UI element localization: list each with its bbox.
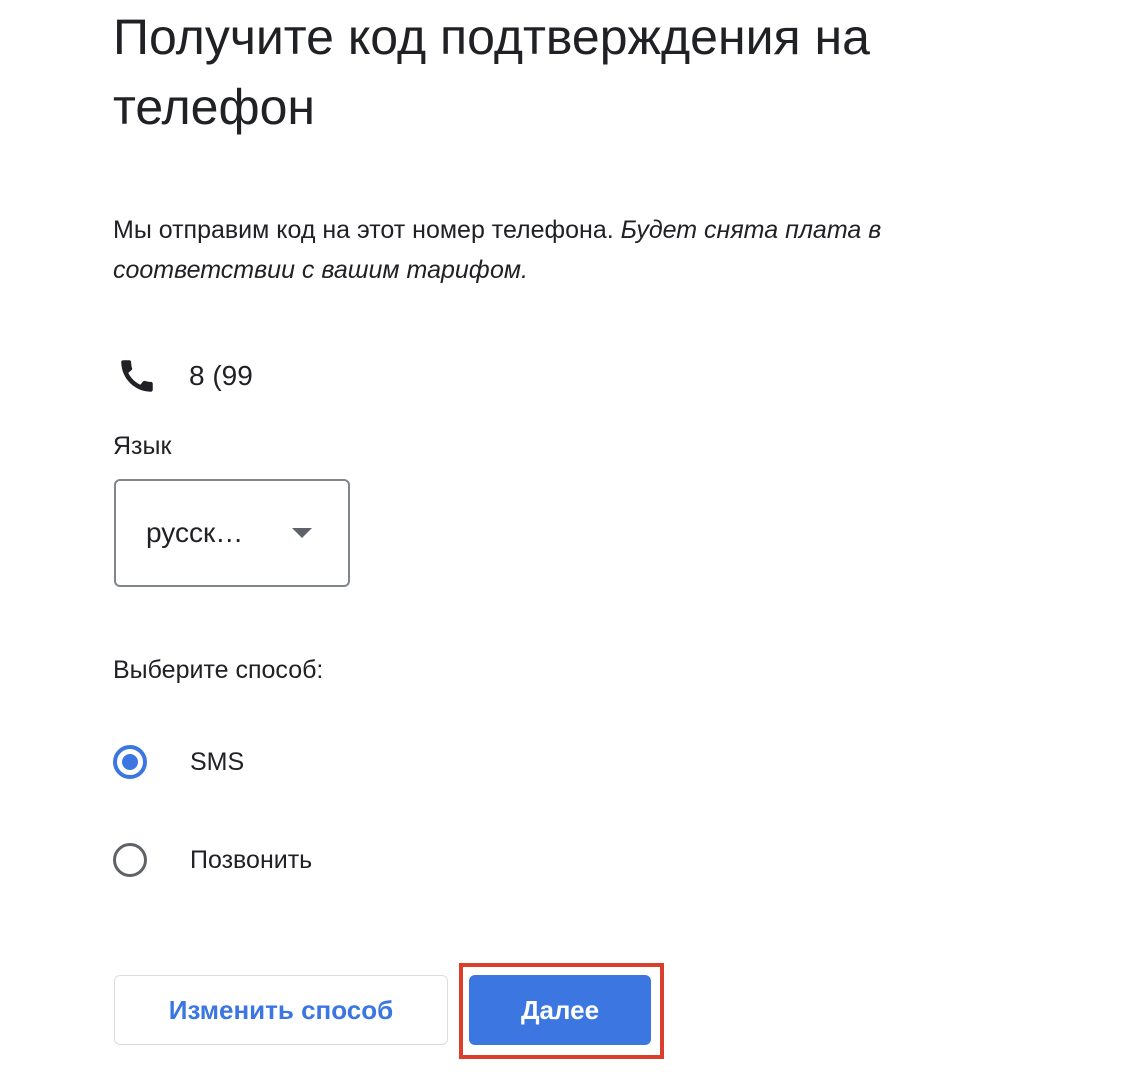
radio-label-call: Позвонить	[190, 845, 313, 874]
page-title: Получите код подтверждения на телефон	[113, 9, 870, 135]
phone-number: 8 (99	[189, 360, 253, 391]
description-text: Мы отправим код на этот номер телефона.	[113, 216, 621, 244]
language-label: Язык	[113, 432, 172, 460]
dropdown-arrow-icon	[292, 528, 312, 538]
radio-label-sms: SMS	[190, 747, 245, 776]
radio-dot-icon	[122, 754, 138, 770]
description: Мы отправим код на этот номер телефона. …	[113, 210, 1013, 290]
change-method-button[interactable]: Изменить способ	[114, 975, 448, 1045]
method-label: Выберите способ:	[113, 656, 324, 684]
radio-option-sms[interactable]: SMS	[113, 740, 244, 784]
language-select[interactable]: русск…	[114, 479, 350, 587]
phone-row: 8 (99	[113, 352, 255, 400]
next-button[interactable]: Далее	[469, 975, 651, 1045]
radio-checked-icon[interactable]	[113, 745, 147, 779]
language-selected-value: русск…	[146, 517, 244, 548]
radio-unchecked-icon[interactable]	[113, 843, 147, 877]
radio-option-call[interactable]: Позвонить	[113, 838, 312, 882]
phone-icon	[113, 352, 161, 400]
